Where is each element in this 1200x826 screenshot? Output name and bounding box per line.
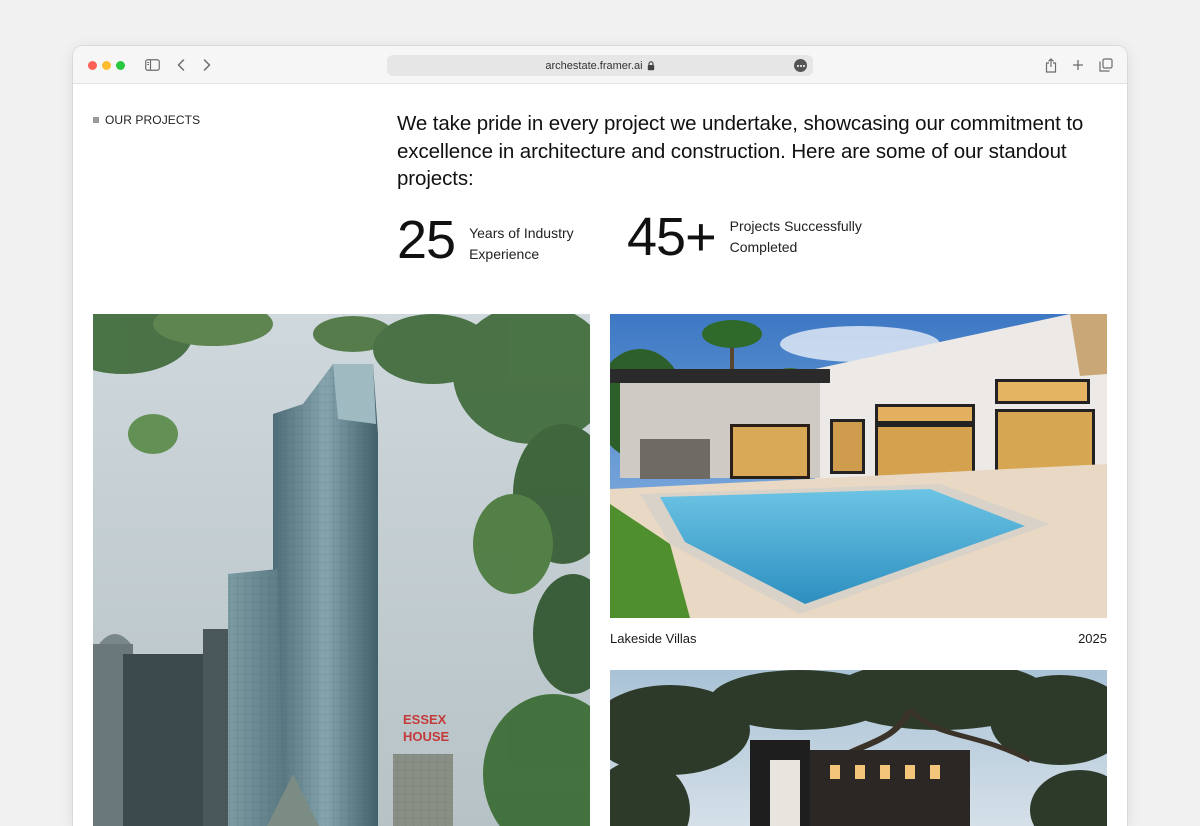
stat-label: Projects Successfully Completed — [729, 218, 862, 255]
share-icon[interactable] — [1042, 56, 1060, 74]
url-text: archestate.framer.ai — [545, 59, 643, 72]
new-tab-icon[interactable] — [1069, 56, 1087, 74]
signage-line2: HOUSE — [403, 729, 450, 744]
project-image-modern-house[interactable] — [610, 670, 1107, 826]
project-caption: Lakeside Villas 2025 — [610, 631, 1107, 646]
stat-projects: 45+ Projects Successfully Completed — [627, 210, 880, 264]
zoom-window-button[interactable] — [116, 61, 125, 70]
signage-line1: ESSEX — [403, 712, 447, 727]
page-content: OUR PROJECTS We take pride in every proj… — [73, 85, 1127, 826]
more-icon[interactable] — [794, 59, 807, 72]
square-bullet-icon — [93, 117, 99, 123]
section-label-text: OUR PROJECTS — [105, 113, 201, 127]
lock-icon — [647, 60, 655, 71]
minimize-window-button[interactable] — [102, 61, 111, 70]
project-image-tower[interactable]: ESSEX HOUSE — [93, 314, 590, 826]
section-label: OUR PROJECTS — [93, 113, 200, 127]
back-icon[interactable] — [172, 56, 190, 74]
browser-window: archestate.framer.ai OUR PROJECTS We tak… — [73, 46, 1127, 826]
browser-toolbar: archestate.framer.ai — [73, 46, 1127, 84]
close-window-button[interactable] — [88, 61, 97, 70]
stat-label: Years of Industry Experience — [469, 225, 574, 262]
project-name[interactable]: Lakeside Villas — [610, 631, 696, 646]
tabs-icon[interactable] — [1097, 56, 1115, 74]
project-year: 2025 — [1078, 631, 1107, 646]
stat-years: 25 Years of Industry Experience — [397, 213, 589, 267]
sidebar-icon[interactable] — [143, 56, 161, 74]
project-image-lakeside-villas[interactable] — [610, 314, 1107, 618]
stat-value: 45+ — [627, 207, 717, 267]
address-bar[interactable]: archestate.framer.ai — [387, 55, 813, 76]
forward-icon[interactable] — [198, 56, 216, 74]
stat-value: 25 — [397, 210, 456, 270]
intro-paragraph: We take pride in every project we undert… — [397, 112, 1084, 190]
